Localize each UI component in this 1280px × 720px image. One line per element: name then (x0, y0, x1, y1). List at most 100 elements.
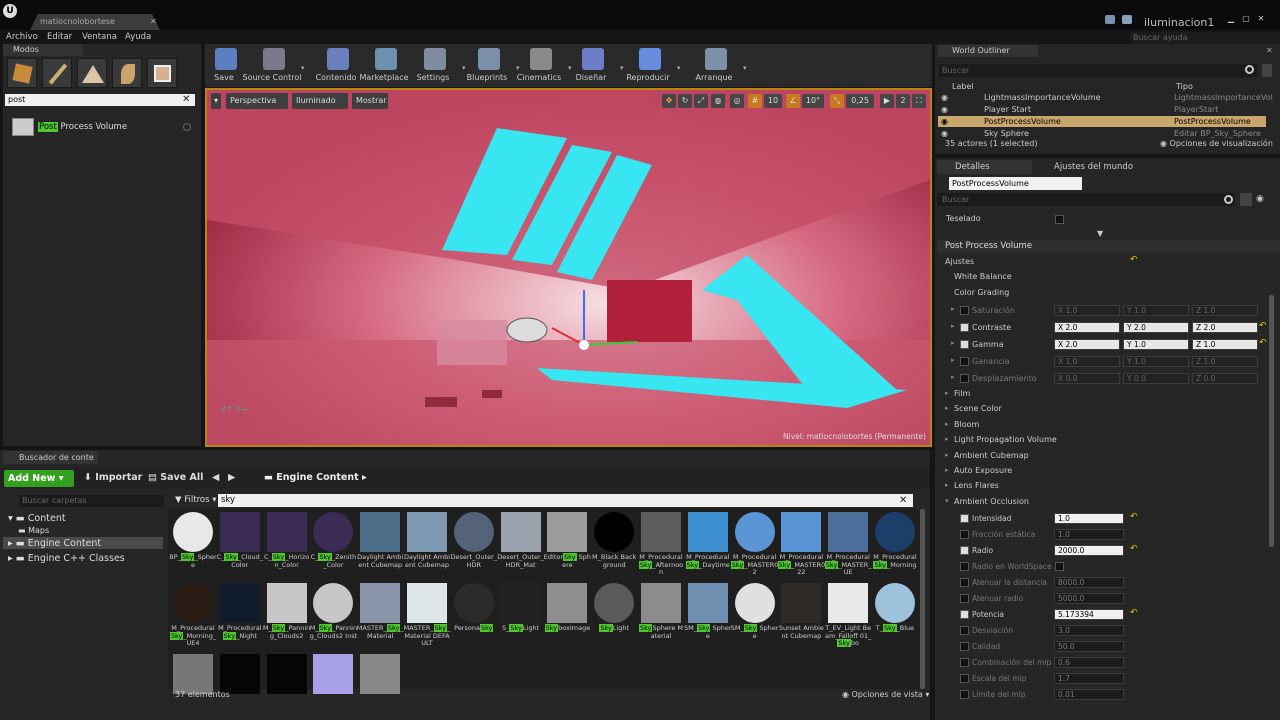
vector-y-field[interactable]: Y 1.0 (1123, 356, 1189, 367)
expand-arrow-icon[interactable]: ▸ (951, 373, 955, 381)
menu-help[interactable]: Ayuda (125, 32, 151, 42)
property-group[interactable]: Film (954, 389, 970, 398)
asset-tile[interactable] (265, 654, 309, 720)
col-type[interactable]: Tipo (1176, 82, 1193, 91)
reproducir-button[interactable]: Reproducir (617, 46, 679, 86)
modes-tab[interactable]: Modos (3, 44, 83, 56)
property-group[interactable]: Bloom (954, 420, 979, 429)
expand-arrow-icon[interactable]: ▸ (951, 322, 955, 330)
content-browser-tab[interactable]: Buscador de conte (3, 451, 98, 464)
vector-y-field[interactable]: Y 0.0 (1123, 373, 1189, 384)
asset-tile[interactable]: M_Procedural Sky_MASTER022 (777, 512, 825, 578)
vector-y-field[interactable]: Y 1.0 (1123, 305, 1189, 316)
vector-z-field[interactable]: Z 1.0 (1192, 305, 1258, 316)
view-options-button[interactable]: ◉ Opciones de visualización (1160, 139, 1273, 148)
dropdown-arrow-icon[interactable]: ▾ (743, 64, 747, 72)
override-checkbox[interactable] (960, 306, 969, 315)
expand-arrow-icon[interactable]: ▸ (951, 356, 955, 364)
override-checkbox[interactable] (960, 374, 969, 383)
property-group[interactable]: Ambient Occlusion (954, 497, 1029, 506)
override-checkbox[interactable] (960, 340, 969, 349)
save-all-button[interactable]: ▤ Save All (148, 472, 203, 483)
asset-tile[interactable] (171, 654, 215, 720)
override-checkbox[interactable] (960, 514, 969, 523)
expand-arrow-icon[interactable]: ▸ (945, 451, 949, 459)
source-status-icon[interactable] (1122, 15, 1132, 24)
vector-z-field[interactable]: Z 1.0 (1192, 356, 1258, 367)
asset-tile[interactable]: SkySphere Material (638, 583, 683, 649)
visibility-eye-icon[interactable]: ◉ (941, 116, 948, 127)
white-balance-group[interactable]: White Balance (954, 272, 1012, 281)
details-search-input[interactable]: Buscar (937, 193, 1235, 206)
asset-tile[interactable]: T_EV_Light Beam_Falloff 01_Skybo (825, 583, 871, 649)
override-checkbox[interactable] (960, 357, 969, 366)
level-viewport[interactable]: Z↑ Y→ (205, 88, 932, 447)
asset-tile[interactable]: SM_Sky Sphere (684, 583, 732, 649)
details-tab[interactable]: Detalles (937, 160, 1032, 174)
menu-window[interactable]: Ventana (82, 32, 117, 42)
maximize-icon[interactable]: ▢ (1241, 14, 1251, 24)
reset-to-default-icon[interactable]: ↶ (1130, 544, 1138, 554)
lit-button[interactable]: Iluminado (292, 93, 348, 109)
visibility-eye-icon[interactable]: ◉ (941, 128, 948, 139)
reset-to-default-icon[interactable]: ↶ (1130, 608, 1138, 618)
foliage-mode-icon[interactable] (112, 58, 142, 88)
asset-tile[interactable]: EditorSky Sphere (544, 512, 591, 578)
ajustes-label[interactable]: Ajustes (945, 257, 974, 266)
number-field[interactable]: 50.0 (1054, 641, 1124, 652)
tree-engine-content[interactable]: ▸ ▬ Engine Content (8, 538, 101, 549)
actor-name-field[interactable]: PostProcessVolume (949, 177, 1082, 190)
world-space-icon[interactable]: ◍ (711, 94, 725, 108)
post-process-section[interactable]: Post Process Volume (937, 240, 1280, 253)
clear-search-icon[interactable]: ✕ (899, 494, 907, 507)
reset-to-default-icon[interactable]: ↶ (1130, 255, 1138, 265)
vector-x-field[interactable]: X 1.0 (1054, 356, 1120, 367)
search-help-input[interactable]: Buscar ayuda (1130, 32, 1280, 44)
override-checkbox[interactable] (960, 626, 969, 635)
scale-snap-value[interactable]: 0,25 (846, 94, 874, 108)
number-field[interactable]: 0.01 (1054, 689, 1124, 700)
settings-button[interactable]: Settings (402, 46, 464, 86)
asset-tile[interactable]: M_Sky_Panning_Clouds2 (263, 583, 310, 649)
modes-search-input[interactable]: post (5, 94, 195, 106)
world-settings-tab[interactable]: Ajustes del mundo (1036, 160, 1146, 174)
post-process-volume-icon[interactable] (12, 118, 34, 136)
asset-scrollbar[interactable] (920, 509, 925, 689)
outliner-row[interactable]: ◉ LightmassImportanceVolume LightmassImpor… (938, 92, 1273, 103)
asset-tile[interactable]: MASTER_Sky_Material (357, 583, 404, 649)
reset-to-default-icon[interactable]: ↶ (1259, 321, 1267, 331)
details-view-options-icon[interactable]: ◉ (1256, 194, 1264, 204)
tree-maps[interactable]: ▬ Maps (18, 526, 49, 535)
dropdown-arrow-icon[interactable]: ▾ (677, 64, 681, 72)
import-button[interactable]: ⬇ Importar (84, 472, 142, 483)
outliner-search-input[interactable]: Buscar (939, 64, 1257, 77)
override-checkbox[interactable] (960, 562, 969, 571)
maximize-viewport-icon[interactable]: ⛶ (912, 94, 926, 108)
scale-snap-icon[interactable]: ⤡ (830, 94, 844, 108)
property-group[interactable]: Ambient Cubemap (954, 451, 1029, 460)
asset-tile[interactable]: M_Procedural Sky_Morning (873, 512, 917, 578)
asset-tile[interactable]: Sunset Ambient Cubemap (779, 583, 824, 649)
view-options-button[interactable]: ◉ Opciones de vista ▾ (842, 690, 929, 699)
asset-tile[interactable]: C_Sky_Horizon_Color (264, 512, 309, 578)
vector-z-field[interactable]: Z 0.0 (1192, 373, 1258, 384)
surface-snap-icon[interactable]: ◎ (730, 94, 744, 108)
place-mode-icon[interactable] (7, 58, 37, 88)
menu-edit[interactable]: Editar (47, 32, 72, 42)
asset-tile[interactable]: PersonaSky (452, 583, 496, 649)
expand-arrow-icon[interactable]: ▸ (945, 420, 949, 428)
override-checkbox[interactable] (960, 546, 969, 555)
world-outliner-tab[interactable]: World Outliner (938, 45, 1038, 57)
asset-tile[interactable]: M_Black Background (592, 512, 636, 578)
forward-icon[interactable]: ▶ (228, 472, 235, 483)
path-breadcrumb[interactable]: ▬ Engine Content ▸ (264, 472, 367, 483)
outliner-row[interactable]: ◉ Sky Sphere Editar BP_Sky_Sphere (938, 128, 1266, 139)
override-checkbox[interactable] (960, 674, 969, 683)
visibility-eye-icon[interactable]: ◉ (941, 92, 948, 103)
close-window-icon[interactable]: ✕ (1256, 14, 1266, 24)
override-checkbox[interactable] (960, 578, 969, 587)
perspective-button[interactable]: Perspectiva (226, 93, 288, 109)
number-field[interactable]: 3.0 (1054, 625, 1124, 636)
close-tab-icon[interactable]: ✕ (150, 17, 157, 26)
visibility-eye-icon[interactable]: ◉ (941, 104, 948, 115)
